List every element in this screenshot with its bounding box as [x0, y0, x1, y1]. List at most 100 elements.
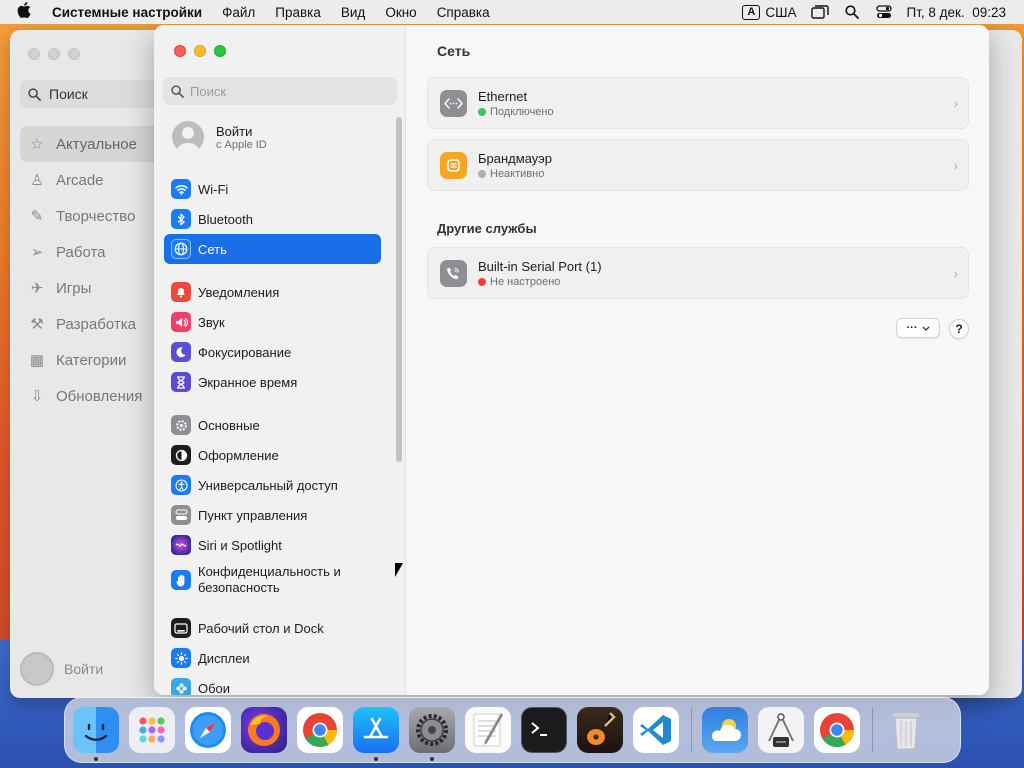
dock-finder[interactable] [73, 707, 119, 761]
search-input[interactable] [190, 83, 380, 99]
bg-item-label: Игры [56, 279, 92, 297]
spotlight-search-icon[interactable] [843, 5, 861, 19]
login-title: Войти [216, 123, 253, 139]
settings-sidebar: Войти с Apple ID Wi-Fi Bluetooth [154, 25, 406, 695]
service-name: Ethernet [478, 88, 528, 104]
sidebar-search[interactable] [163, 77, 397, 105]
dock-textedit[interactable] [465, 707, 511, 753]
apple-menu-icon[interactable] [17, 2, 39, 22]
nav-group-notifications: Уведомления Звук Фокусирование Экранное … [164, 277, 381, 397]
bg-item-games[interactable]: ✈ Игры [20, 270, 170, 306]
dock-utility[interactable] [758, 707, 804, 753]
dock-chrome[interactable] [297, 707, 343, 753]
bg-window-controls [28, 48, 80, 60]
service-status: Не настроено [490, 275, 561, 288]
status-dot-icon [478, 277, 486, 286]
dock-vscode[interactable] [633, 707, 679, 753]
dock-weather[interactable] [702, 707, 748, 753]
bg-search-field[interactable]: Поиск [20, 80, 170, 108]
sidebar-item-notifications[interactable]: Уведомления [164, 277, 381, 307]
control-center-icon[interactable] [875, 5, 893, 19]
system-settings-window: Войти с Apple ID Wi-Fi Bluetooth [154, 25, 989, 695]
service-row-serial-port[interactable]: Built-in Serial Port (1) Не настроено › [427, 247, 969, 299]
sidebar-item-displays[interactable]: Дисплеи [164, 643, 381, 673]
vscode-icon [640, 715, 671, 745]
bg-item-arcade[interactable]: ♙ Arcade [20, 162, 170, 198]
search-icon [171, 84, 184, 98]
sidebar-item-wifi[interactable]: Wi-Fi [164, 174, 381, 204]
gear-icon [171, 415, 191, 435]
star-icon: ☆ [30, 136, 44, 153]
dock-chrome-2[interactable] [814, 707, 860, 753]
sidebar-item-appearance[interactable]: Оформление [164, 440, 381, 470]
bg-login-button[interactable]: Войти [20, 652, 103, 686]
more-actions-button[interactable]: ··· [896, 318, 940, 338]
sidebar-item-control-center[interactable]: Пункт управления [164, 500, 381, 530]
bg-item-create[interactable]: ✎ Творчество [20, 198, 170, 234]
dock-trash[interactable] [883, 707, 929, 753]
sidebar-scrollbar[interactable] [396, 117, 402, 462]
sidebar-item-sound[interactable]: Звук [164, 307, 381, 337]
window-switcher-icon[interactable] [810, 5, 829, 19]
input-source-menu[interactable]: A США [742, 4, 797, 20]
menu-help[interactable]: Справка [437, 5, 490, 20]
sidebar-item-label: Сеть [198, 241, 227, 257]
sidebar-item-general[interactable]: Основные [164, 410, 381, 440]
chrome-icon [303, 713, 337, 747]
service-status: Подключено [490, 105, 554, 118]
minimize-button[interactable] [194, 45, 206, 57]
sidebar-item-network[interactable]: Сеть [164, 234, 381, 264]
sidebar-item-label: Основные [198, 417, 260, 433]
bg-item-updates[interactable]: ⇩ Обновления [20, 378, 170, 414]
dock-garageband[interactable] [577, 707, 623, 753]
dock-system-settings[interactable] [409, 707, 455, 761]
nav-group-desktop: Рабочий стол и Dock Дисплеи Обои [164, 613, 381, 695]
help-button[interactable]: ? [949, 319, 969, 339]
bg-item-develop[interactable]: ⚒ Разработка [20, 306, 170, 342]
apple-id-login[interactable]: Войти с Apple ID [172, 121, 267, 153]
bg-item-categories[interactable]: ▦ Категории [20, 342, 170, 378]
menu-view[interactable]: Вид [341, 5, 365, 20]
dock-safari[interactable] [185, 707, 231, 753]
bg-item-label: Актуальное [56, 135, 137, 153]
firewall-icon [440, 151, 467, 179]
wifi-icon [171, 179, 191, 199]
menu-window[interactable]: Окно [385, 5, 416, 20]
sidebar-item-accessibility[interactable]: Универсальный доступ [164, 470, 381, 500]
bg-item-label: Творчество [56, 207, 136, 225]
sidebar-item-bluetooth[interactable]: Bluetooth [164, 204, 381, 234]
grid-icon: ▦ [29, 352, 45, 369]
avatar-icon [20, 652, 54, 686]
sidebar-item-label: Конфиденциальность и безопасность [198, 564, 341, 595]
sidebar-item-label: Универсальный доступ [198, 477, 338, 493]
network-pane: Сеть Ethernet Подключено › Брандмауэр Не… [406, 25, 989, 695]
joystick-icon: ♙ [30, 172, 44, 189]
bluetooth-icon [171, 209, 191, 229]
menu-file[interactable]: Файл [222, 5, 255, 20]
zoom-button[interactable] [214, 45, 226, 57]
dock-separator [872, 708, 873, 752]
sidebar-item-privacy[interactable]: Конфиденциальность и безопасность [164, 560, 381, 600]
brush-icon: ✎ [30, 208, 44, 225]
menu-app-name[interactable]: Системные настройки [52, 5, 202, 20]
menubar-clock[interactable]: Пт, 8 дек. 09:23 [907, 5, 1006, 20]
sidebar-item-wallpaper[interactable]: Обои [164, 673, 381, 695]
app-store-icon [363, 717, 389, 739]
dock-app-store[interactable] [353, 707, 399, 761]
sidebar-item-screen-time[interactable]: Экранное время [164, 367, 381, 397]
service-row-firewall[interactable]: Брандмауэр Неактивно › [427, 139, 969, 191]
dock-launchpad[interactable] [129, 707, 175, 753]
sidebar-item-desktop-dock[interactable]: Рабочий стол и Dock [164, 613, 381, 643]
sidebar-item-focus[interactable]: Фокусирование [164, 337, 381, 367]
finder-icon [84, 723, 108, 741]
window-controls [174, 45, 226, 57]
menu-edit[interactable]: Правка [275, 5, 321, 20]
sidebar-item-siri[interactable]: Siri и Spotlight [164, 530, 381, 560]
close-button[interactable] [174, 45, 186, 57]
bg-item-featured[interactable]: ☆ Актуальное [20, 126, 170, 162]
dock-terminal[interactable] [521, 707, 567, 753]
bg-item-label: Arcade [56, 171, 104, 189]
service-row-ethernet[interactable]: Ethernet Подключено › [427, 77, 969, 129]
bg-item-work[interactable]: ➢ Работа [20, 234, 170, 270]
dock-firefox[interactable] [241, 707, 287, 753]
